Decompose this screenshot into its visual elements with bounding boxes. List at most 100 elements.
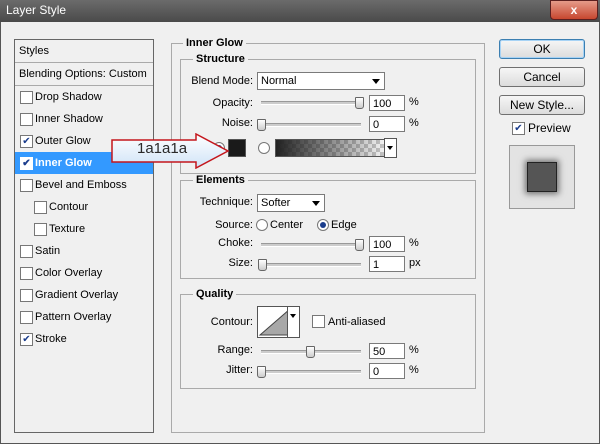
- styles-header[interactable]: Styles: [15, 40, 153, 63]
- source-edge-radio[interactable]: [317, 219, 329, 231]
- annotation-label: 1a1a1a: [137, 140, 188, 157]
- style-item-label: Satin: [35, 245, 61, 257]
- gradient-picker-button[interactable]: [384, 138, 397, 158]
- technique-select[interactable]: Softer: [257, 194, 325, 212]
- opacity-input[interactable]: 100: [369, 95, 405, 111]
- technique-value: Softer: [261, 197, 291, 209]
- window-title: Layer Style: [6, 3, 67, 17]
- style-item-contour[interactable]: Contour: [15, 196, 153, 218]
- contour-label: Contour:: [210, 316, 253, 328]
- style-item-stroke[interactable]: ✔ Stroke: [15, 328, 153, 350]
- close-button[interactable]: x: [550, 0, 598, 20]
- range-slider-handle[interactable]: [306, 346, 315, 358]
- preview-checkbox[interactable]: ✔: [512, 122, 525, 135]
- cancel-button[interactable]: Cancel: [499, 67, 585, 87]
- jitter-label: Jitter:: [226, 364, 253, 376]
- style-item-checkbox[interactable]: [20, 245, 33, 258]
- source-center-radio[interactable]: [256, 219, 268, 231]
- jitter-input[interactable]: 0: [369, 363, 405, 379]
- elements-title: Elements: [193, 174, 248, 186]
- style-item-label: Outer Glow: [35, 135, 91, 147]
- style-item-checkbox[interactable]: [20, 113, 33, 126]
- range-input[interactable]: 50: [369, 343, 405, 359]
- technique-label: Technique:: [199, 196, 253, 208]
- choke-unit: %: [409, 237, 419, 249]
- style-preview: [509, 145, 575, 209]
- style-item-label: Texture: [49, 223, 86, 235]
- style-item-label: Color Overlay: [35, 267, 103, 279]
- style-item-checkbox[interactable]: [20, 267, 33, 280]
- style-item-pattern-overlay[interactable]: Pattern Overlay: [15, 306, 153, 328]
- opacity-slider-handle[interactable]: [355, 97, 364, 109]
- choke-input[interactable]: 100: [369, 236, 405, 252]
- new-style-button[interactable]: New Style...: [499, 95, 585, 115]
- styles-list: Styles Blending Options: Custom Drop Sha…: [14, 39, 154, 433]
- style-item-checkbox[interactable]: [20, 311, 33, 324]
- opacity-slider[interactable]: [261, 101, 361, 105]
- choke-slider-handle[interactable]: [355, 239, 364, 251]
- style-item-checkbox[interactable]: ✔: [20, 333, 33, 346]
- style-item-label: Contour: [49, 201, 89, 213]
- style-item-inner-shadow[interactable]: Inner Shadow: [15, 108, 153, 130]
- gradient-radio[interactable]: [258, 142, 270, 154]
- structure-title: Structure: [193, 53, 248, 65]
- style-item-checkbox[interactable]: [20, 289, 33, 302]
- style-item-gradient-overlay[interactable]: Gradient Overlay: [15, 284, 153, 306]
- contour-picker-button[interactable]: [287, 306, 300, 338]
- style-item-label: Drop Shadow: [35, 91, 102, 103]
- style-item-checkbox[interactable]: ✔: [20, 157, 33, 170]
- blend-mode-label: Blend Mode:: [191, 75, 253, 87]
- style-item-label: Bevel and Emboss: [35, 179, 127, 191]
- source-label: Source:: [215, 219, 253, 231]
- style-item-checkbox[interactable]: [34, 201, 47, 214]
- layer-style-dialog: Layer Style x Styles Blending Options: C…: [0, 0, 600, 444]
- preview-label: Preview: [528, 121, 571, 135]
- blending-options-item[interactable]: Blending Options: Custom: [15, 63, 153, 86]
- noise-slider-handle[interactable]: [257, 119, 266, 131]
- jitter-slider[interactable]: [261, 370, 361, 374]
- opacity-label: Opacity:: [212, 97, 253, 109]
- style-item-checkbox[interactable]: [20, 179, 33, 192]
- noise-slider[interactable]: [261, 123, 361, 127]
- jitter-slider-handle[interactable]: [257, 366, 266, 378]
- gradient-preview[interactable]: [275, 139, 385, 157]
- style-item-label: Gradient Overlay: [35, 289, 119, 301]
- style-item-color-overlay[interactable]: Color Overlay: [15, 262, 153, 284]
- size-slider[interactable]: [261, 263, 361, 267]
- blend-mode-select[interactable]: Normal: [257, 72, 385, 90]
- preview-swatch: [527, 162, 557, 192]
- choke-slider[interactable]: [261, 243, 361, 247]
- ok-button[interactable]: OK: [499, 39, 585, 59]
- blend-mode-value: Normal: [261, 75, 297, 87]
- inner-glow-title: Inner Glow: [183, 37, 246, 49]
- opacity-unit: %: [409, 96, 419, 108]
- style-item-label: Pattern Overlay: [35, 311, 112, 323]
- style-item-checkbox[interactable]: ✔: [20, 135, 33, 148]
- size-unit: px: [409, 257, 421, 269]
- chevron-down-icon: [372, 79, 380, 84]
- style-item-drop-shadow[interactable]: Drop Shadow: [15, 86, 153, 108]
- size-slider-handle[interactable]: [258, 259, 267, 271]
- blending-options-label: Blending Options: Custom: [19, 68, 147, 80]
- style-item-bevel-and-emboss[interactable]: Bevel and Emboss: [15, 174, 153, 196]
- style-item-label: Inner Shadow: [35, 113, 103, 125]
- source-edge-label: Edge: [331, 219, 357, 231]
- source-center-label: Center: [270, 219, 304, 231]
- size-input[interactable]: 1: [369, 256, 405, 272]
- style-item-satin[interactable]: Satin: [15, 240, 153, 262]
- style-item-label: Inner Glow: [35, 157, 92, 169]
- style-item-label: Stroke: [35, 333, 67, 345]
- chevron-down-icon: [312, 201, 320, 206]
- range-unit: %: [409, 344, 419, 356]
- style-item-checkbox[interactable]: [34, 223, 47, 236]
- choke-label: Choke:: [218, 237, 253, 249]
- noise-input[interactable]: 0: [369, 116, 405, 132]
- anti-aliased-checkbox[interactable]: [312, 315, 325, 328]
- style-item-texture[interactable]: Texture: [15, 218, 153, 240]
- size-label: Size:: [228, 257, 253, 269]
- style-item-checkbox[interactable]: [20, 91, 33, 104]
- noise-unit: %: [409, 117, 419, 129]
- noise-label: Noise:: [221, 117, 253, 129]
- anti-aliased-label: Anti-aliased: [328, 316, 386, 328]
- range-label: Range:: [217, 344, 253, 356]
